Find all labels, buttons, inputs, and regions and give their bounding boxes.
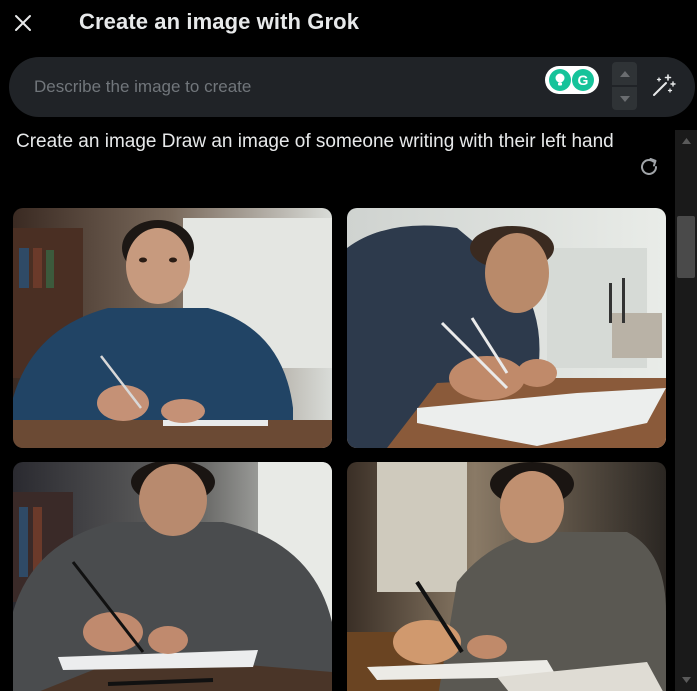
- generated-image-2[interactable]: [347, 208, 666, 448]
- prompt-stepper: [612, 62, 637, 110]
- page-title: Create an image with Grok: [79, 9, 360, 34]
- chevron-down-icon: [619, 95, 630, 102]
- prompt-input[interactable]: [34, 75, 514, 99]
- regenerate-button[interactable]: [637, 155, 661, 179]
- scroll-down-button[interactable]: [675, 669, 697, 691]
- generated-image-1[interactable]: [13, 208, 332, 448]
- generated-prompt-text: Create an image Draw an image of someone…: [16, 131, 614, 152]
- triangle-down-icon: [681, 677, 691, 683]
- magic-wand-button[interactable]: [650, 73, 676, 99]
- step-down-button[interactable]: [612, 87, 637, 110]
- scroll-thumb[interactable]: [677, 216, 695, 278]
- close-icon: [15, 15, 31, 31]
- refresh-icon: [641, 158, 657, 175]
- magic-wand-icon: [653, 74, 676, 96]
- scroll-up-button[interactable]: [675, 130, 697, 152]
- generated-image-4[interactable]: [347, 462, 666, 691]
- image-gallery: [13, 208, 666, 691]
- grammarly-extension[interactable]: G: [545, 66, 599, 94]
- grammarly-logo-icon: G: [572, 69, 594, 91]
- lightbulb-icon: [549, 69, 571, 91]
- close-button[interactable]: [8, 8, 38, 38]
- header: Create an image with Grok: [0, 0, 697, 50]
- generated-image-3[interactable]: [13, 462, 332, 691]
- chevron-up-icon: [619, 70, 630, 77]
- step-up-button[interactable]: [612, 62, 637, 85]
- scrollbar[interactable]: [675, 130, 697, 691]
- triangle-up-icon: [681, 138, 691, 144]
